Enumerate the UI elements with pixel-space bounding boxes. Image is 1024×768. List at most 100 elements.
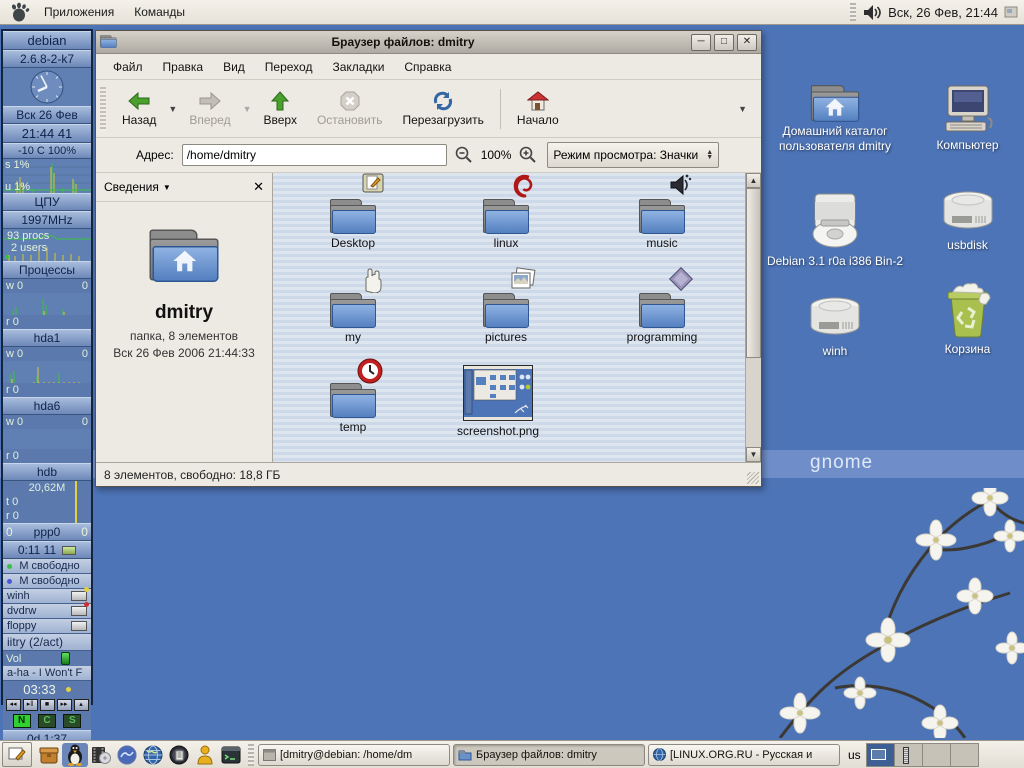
file-item[interactable]: temp (288, 367, 418, 434)
taskbar-window-browser[interactable]: [LINUX.ORG.RU - Русская и (648, 744, 840, 766)
desktop-icon-usbdisk[interactable]: usbdisk (895, 190, 1024, 253)
file-item[interactable]: Desktop (288, 183, 418, 250)
menu-commands[interactable]: Команды (124, 0, 195, 24)
launcher-video[interactable] (88, 743, 114, 767)
show-desktop-button[interactable] (2, 742, 32, 767)
launcher-news-reader[interactable] (166, 743, 192, 767)
menu-go[interactable]: Переход (256, 57, 322, 77)
menu-applications[interactable]: Приложения (34, 0, 124, 24)
file-item[interactable]: linux (441, 183, 571, 250)
tasklist-handle[interactable] (248, 744, 254, 766)
launcher-messenger[interactable] (192, 743, 218, 767)
zoom-in-icon[interactable] (519, 146, 537, 164)
reload-button[interactable]: Перезагрузить (392, 89, 493, 129)
taskbar-window-terminal[interactable]: [dmitry@debian: /home/dm (258, 744, 450, 766)
panel-applet-icon[interactable] (1004, 5, 1018, 19)
keyboard-layout-indicator[interactable]: us (848, 748, 861, 762)
launcher-web-browser[interactable] (140, 743, 166, 767)
window-titlebar[interactable]: Браузер файлов: dmitry ─ □ ✕ (96, 31, 761, 54)
gkrellm-monitor[interactable]: debian 2.6.8-2-k7 Вск 26 Фев 21:44 41 -1… (1, 29, 93, 705)
home-button[interactable]: Начало (507, 89, 569, 129)
close-button[interactable]: ✕ (737, 34, 757, 51)
gk-hdb-t: t 0 (6, 496, 18, 508)
desktop-icon-computer[interactable]: Компьютер (895, 84, 1024, 153)
desktop-icon-label: winh (823, 344, 848, 359)
statusbar-text: 8 элементов, свободно: 18,8 ГБ (104, 468, 280, 482)
workspace-2[interactable] (895, 744, 923, 766)
vertical-scrollbar[interactable]: ▲ ▼ (745, 173, 761, 462)
launcher-tux[interactable] (62, 743, 88, 767)
zoom-level[interactable]: 100% (481, 148, 512, 162)
back-dropdown-icon[interactable]: ▼ (166, 104, 179, 114)
taskbar-window-file-browser[interactable]: Браузер файлов: dmitry (453, 744, 645, 766)
clock[interactable]: Вск, 26 Фев, 21:44 (888, 5, 998, 20)
gnome-foot-icon[interactable] (8, 2, 30, 22)
launcher-archive[interactable] (36, 743, 62, 767)
scroll-up-icon[interactable]: ▲ (746, 173, 761, 188)
file-item[interactable]: pictures (441, 277, 571, 344)
gk-volume-krell[interactable] (61, 652, 70, 665)
file-item[interactable]: my (288, 277, 418, 344)
workspace-1[interactable] (867, 744, 895, 766)
workspace-4[interactable] (951, 744, 978, 766)
sidepane-close-icon[interactable]: ✕ (253, 179, 264, 195)
menu-edit[interactable]: Правка (154, 57, 213, 77)
sidepane-folder-name: dmitry (155, 302, 213, 324)
scroll-down-icon[interactable]: ▼ (746, 447, 761, 462)
toolbar-handle[interactable] (100, 87, 106, 131)
file-item[interactable]: music (597, 183, 727, 250)
menu-file[interactable]: Файл (104, 57, 152, 77)
gk-mail: iitry (2/act) (7, 635, 63, 649)
gk-hostname: debian (3, 31, 91, 50)
back-button[interactable]: Назад (112, 89, 166, 129)
gk-play-button[interactable]: ▸‖ (23, 699, 38, 711)
file-item[interactable]: programming (597, 277, 727, 344)
home-folder-icon (811, 85, 859, 121)
menu-help[interactable]: Справка (395, 57, 460, 77)
stop-button: Остановить (307, 89, 393, 129)
maximize-button[interactable]: □ (714, 34, 734, 51)
gk-kernel: 2.6.8-2-k7 (3, 50, 91, 68)
workspace-switcher[interactable] (866, 743, 979, 767)
window-title: Браузер файлов: dmitry (118, 35, 688, 49)
desktop-icon-winh[interactable]: winh (760, 296, 910, 359)
file-item[interactable]: screenshot.png (433, 357, 563, 438)
sidepane-selector[interactable]: Сведения (104, 180, 159, 194)
gk-hdb-r: r 0 (6, 510, 19, 522)
package-emblem-icon (669, 267, 693, 291)
view-mode-select[interactable]: Режим просмотра: Значки ▲▼ (547, 142, 719, 168)
up-button[interactable]: Вверх (254, 89, 307, 129)
desktop-icon-trash[interactable]: Корзина (895, 282, 1024, 357)
launcher-xmms[interactable] (114, 743, 140, 767)
dogwood-flowers-image (740, 488, 1024, 738)
terminal-window-icon (263, 749, 276, 761)
scrollbar-thumb[interactable] (746, 188, 761, 358)
desktop-icon-debian-cd[interactable]: Debian 3.1 r0a i386 Bin-2 (760, 190, 910, 269)
desktop-icon-home[interactable]: Домашний каталог пользователя dmitry (760, 86, 910, 154)
gk-prev-button[interactable]: ◂◂ (6, 699, 21, 711)
applet-handle[interactable] (850, 3, 856, 21)
icon-view[interactable]: Desktop linux music my (273, 173, 745, 462)
gk-next-button[interactable]: ▸▸ (57, 699, 72, 711)
gk-procs: 93 procs (7, 230, 49, 242)
top-panel: Приложения Команды Вск, 26 Фев, 21:44 (0, 0, 1024, 25)
sidepane-selector-arrow-icon[interactable]: ▼ (163, 183, 171, 192)
menu-view[interactable]: Вид (214, 57, 254, 77)
toolbar-overflow-icon[interactable]: ▼ (736, 104, 749, 114)
gk-eject-button[interactable]: ▴ (74, 699, 89, 711)
minimize-button[interactable]: ─ (691, 34, 711, 51)
hand-emblem-icon (360, 267, 384, 293)
gk-stop-button[interactable]: ■ (40, 699, 55, 711)
workspace-3[interactable] (923, 744, 951, 766)
menubar: Файл Правка Вид Переход Закладки Справка (96, 54, 761, 80)
gk-led-n: N (13, 714, 31, 728)
address-input[interactable] (182, 144, 447, 166)
resize-grip[interactable] (747, 472, 759, 484)
zoom-out-icon[interactable] (455, 146, 473, 164)
launcher-terminal[interactable] (218, 743, 244, 767)
menu-bookmarks[interactable]: Закладки (323, 57, 393, 77)
gk-led-s: S (63, 714, 81, 728)
volume-icon[interactable] (862, 4, 882, 21)
gk-disk-title: hda1 (3, 329, 91, 347)
gk-users: 2 users (11, 242, 47, 254)
